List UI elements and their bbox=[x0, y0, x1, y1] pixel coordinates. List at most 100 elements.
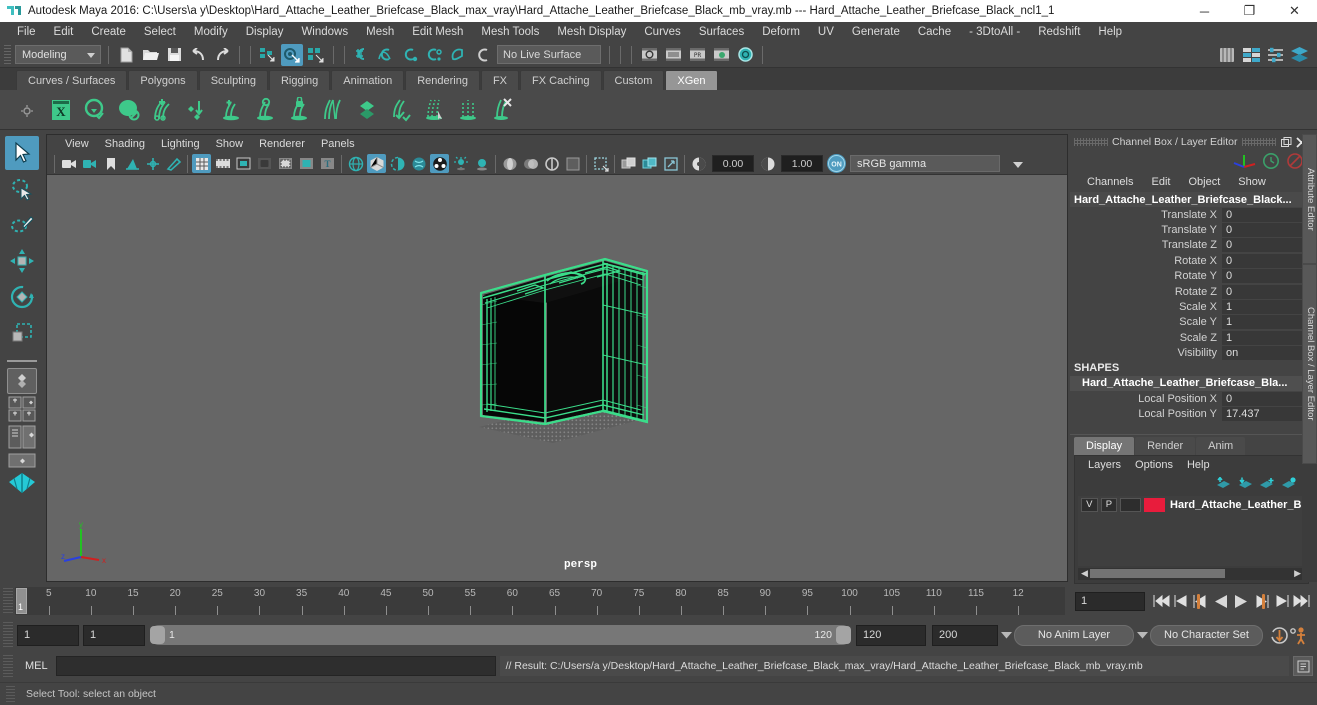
open-scene-icon[interactable] bbox=[139, 44, 161, 66]
viewport-menu-view[interactable]: View bbox=[57, 138, 97, 150]
shelf-tab-fx[interactable]: FX bbox=[480, 70, 520, 90]
animation-wires-icon[interactable] bbox=[384, 93, 418, 127]
new-layer-icon[interactable] bbox=[1256, 476, 1278, 492]
viewport-menu-shading[interactable]: Shading bbox=[97, 138, 153, 150]
rotate-tool[interactable] bbox=[5, 280, 39, 314]
safe-title-icon[interactable]: T bbox=[318, 154, 337, 173]
select-tool[interactable] bbox=[5, 136, 39, 170]
tool-settings-icon[interactable] bbox=[1264, 44, 1286, 66]
command-line-input[interactable] bbox=[55, 656, 496, 676]
hypershade-persp-layout[interactable] bbox=[7, 472, 37, 494]
animation-preferences-icon[interactable] bbox=[1289, 624, 1309, 646]
move-layer-up-icon[interactable] bbox=[1212, 476, 1234, 492]
attribute-editor-icon[interactable] bbox=[1240, 44, 1262, 66]
play-backwards-icon[interactable] bbox=[1211, 590, 1231, 612]
show-hide-editors-icon[interactable] bbox=[1216, 44, 1238, 66]
hardware-texturing-icon[interactable] bbox=[409, 154, 428, 173]
undo-icon[interactable] bbox=[187, 44, 209, 66]
xray-active-components-icon[interactable] bbox=[640, 154, 659, 173]
current-frame-field[interactable]: 1 bbox=[1075, 591, 1145, 611]
hypershade-icon[interactable] bbox=[710, 44, 732, 66]
step-forward-frame-icon[interactable] bbox=[1251, 590, 1271, 612]
lasso-select-tool[interactable] bbox=[5, 172, 39, 206]
layer-color-swatch[interactable] bbox=[1143, 497, 1166, 512]
animation-end-time-field[interactable]: 200 bbox=[932, 624, 998, 646]
shaded-wireframe-icon[interactable] bbox=[388, 154, 407, 173]
channel-value[interactable]: 17.437 bbox=[1222, 406, 1303, 421]
add-noise-modifier-icon[interactable] bbox=[248, 93, 282, 127]
menu-deform[interactable]: Deform bbox=[753, 24, 809, 40]
select-camera-icon[interactable] bbox=[59, 154, 78, 173]
outliner-persp-layout[interactable] bbox=[7, 424, 37, 450]
shelf-tab-fx-caching[interactable]: FX Caching bbox=[520, 70, 602, 90]
make-live-icon[interactable] bbox=[471, 44, 493, 66]
shadows-icon[interactable] bbox=[451, 154, 470, 173]
color-management-toggle-icon[interactable]: ON bbox=[827, 154, 846, 173]
side-tab-channel-box-layer-editor[interactable]: Channel Box / Layer Editor bbox=[1302, 264, 1317, 464]
layer-editor-tab-anim[interactable]: Anim bbox=[1196, 436, 1246, 455]
film-gate-icon[interactable] bbox=[213, 154, 232, 173]
menu-mesh[interactable]: Mesh bbox=[357, 24, 403, 40]
sculpt-modifier-icon[interactable] bbox=[350, 93, 384, 127]
motion-blur-icon[interactable] bbox=[500, 154, 519, 173]
go-to-start-icon[interactable] bbox=[1151, 590, 1171, 612]
play-forwards-icon[interactable] bbox=[1231, 590, 1251, 612]
menu-file[interactable]: File bbox=[8, 24, 45, 40]
single-pane-layout[interactable] bbox=[7, 368, 37, 394]
shelf-tab-rigging[interactable]: Rigging bbox=[268, 70, 331, 90]
comb-brush-icon[interactable] bbox=[418, 93, 452, 127]
create-description-icon[interactable] bbox=[78, 93, 112, 127]
multisample-aa-icon[interactable] bbox=[521, 154, 540, 173]
shelf-tab-custom[interactable]: Custom bbox=[602, 70, 665, 90]
live-surface-field[interactable]: No Live Surface bbox=[497, 45, 601, 64]
channel-box-menu-show[interactable]: Show bbox=[1229, 176, 1275, 188]
cut-modifier-icon[interactable] bbox=[316, 93, 350, 127]
menu-uv[interactable]: UV bbox=[809, 24, 843, 40]
2d-pan-zoom-icon[interactable] bbox=[143, 154, 162, 173]
shelf-tab-curves-surfaces[interactable]: Curves / Surfaces bbox=[16, 70, 128, 90]
viewport-3d-canvas[interactable]: persp y x z bbox=[47, 175, 1067, 581]
menu-generate[interactable]: Generate bbox=[843, 24, 909, 40]
new-layer-from-selected-icon[interactable] bbox=[1278, 476, 1300, 492]
menu-windows[interactable]: Windows bbox=[292, 24, 357, 40]
paint-select-tool[interactable] bbox=[5, 208, 39, 242]
safe-action-icon[interactable] bbox=[297, 154, 316, 173]
resolution-gate-icon[interactable] bbox=[234, 154, 253, 173]
help-line-grip[interactable] bbox=[6, 686, 15, 704]
gamma-icon[interactable] bbox=[758, 154, 777, 173]
script-editor-icon[interactable] bbox=[1293, 656, 1313, 676]
camera-attributes-icon[interactable] bbox=[80, 154, 99, 173]
menu-create[interactable]: Create bbox=[82, 24, 135, 40]
create-collection-icon[interactable] bbox=[112, 93, 146, 127]
menu-3dtoall[interactable]: - 3DtoAll - bbox=[960, 24, 1029, 40]
menu-display[interactable]: Display bbox=[237, 24, 293, 40]
scroll-left-arrow-icon[interactable]: ◀ bbox=[1081, 568, 1088, 579]
channel-value[interactable]: 0 bbox=[1222, 253, 1303, 268]
four-pane-layout[interactable] bbox=[7, 396, 37, 422]
xgen-editor-icon[interactable]: X bbox=[44, 93, 78, 127]
add-groom-icon[interactable] bbox=[146, 93, 180, 127]
layer-playback-toggle[interactable]: P bbox=[1100, 497, 1118, 512]
shelf-tab-animation[interactable]: Animation bbox=[331, 70, 405, 90]
range-start-time-field[interactable]: 1 bbox=[83, 624, 145, 646]
menu-help[interactable]: Help bbox=[1089, 24, 1131, 40]
channel-box-menu-edit[interactable]: Edit bbox=[1142, 176, 1179, 188]
range-end-handle[interactable] bbox=[836, 626, 851, 644]
shelf-options-gear-icon[interactable] bbox=[20, 104, 34, 118]
close-button[interactable]: ✕ bbox=[1272, 0, 1317, 22]
animation-start-time-field[interactable]: 1 bbox=[17, 624, 79, 646]
xray-joints-icon[interactable] bbox=[619, 154, 638, 173]
move-tool[interactable] bbox=[5, 244, 39, 278]
channel-value[interactable]: 0 bbox=[1222, 238, 1303, 253]
redo-icon[interactable] bbox=[211, 44, 233, 66]
time-slider[interactable]: 5 10 15 20 25 30 35 40 45 50 55 60 65 70 75 80 85 90 95 100… bbox=[15, 587, 1065, 615]
go-to-end-icon[interactable] bbox=[1291, 590, 1311, 612]
layer-visibility-toggle[interactable]: V bbox=[1081, 497, 1098, 512]
grid-toggle-icon[interactable] bbox=[192, 154, 211, 173]
range-end-time-field[interactable]: 120 bbox=[856, 624, 926, 646]
scroll-right-arrow-icon[interactable]: ▶ bbox=[1294, 568, 1301, 579]
panel-grip-left[interactable] bbox=[1074, 138, 1108, 146]
anim-layer-chevron-icon[interactable] bbox=[998, 631, 1014, 639]
anim-layer-selector[interactable]: No Anim Layer bbox=[1014, 624, 1134, 646]
isolate-select-icon[interactable] bbox=[563, 154, 582, 173]
